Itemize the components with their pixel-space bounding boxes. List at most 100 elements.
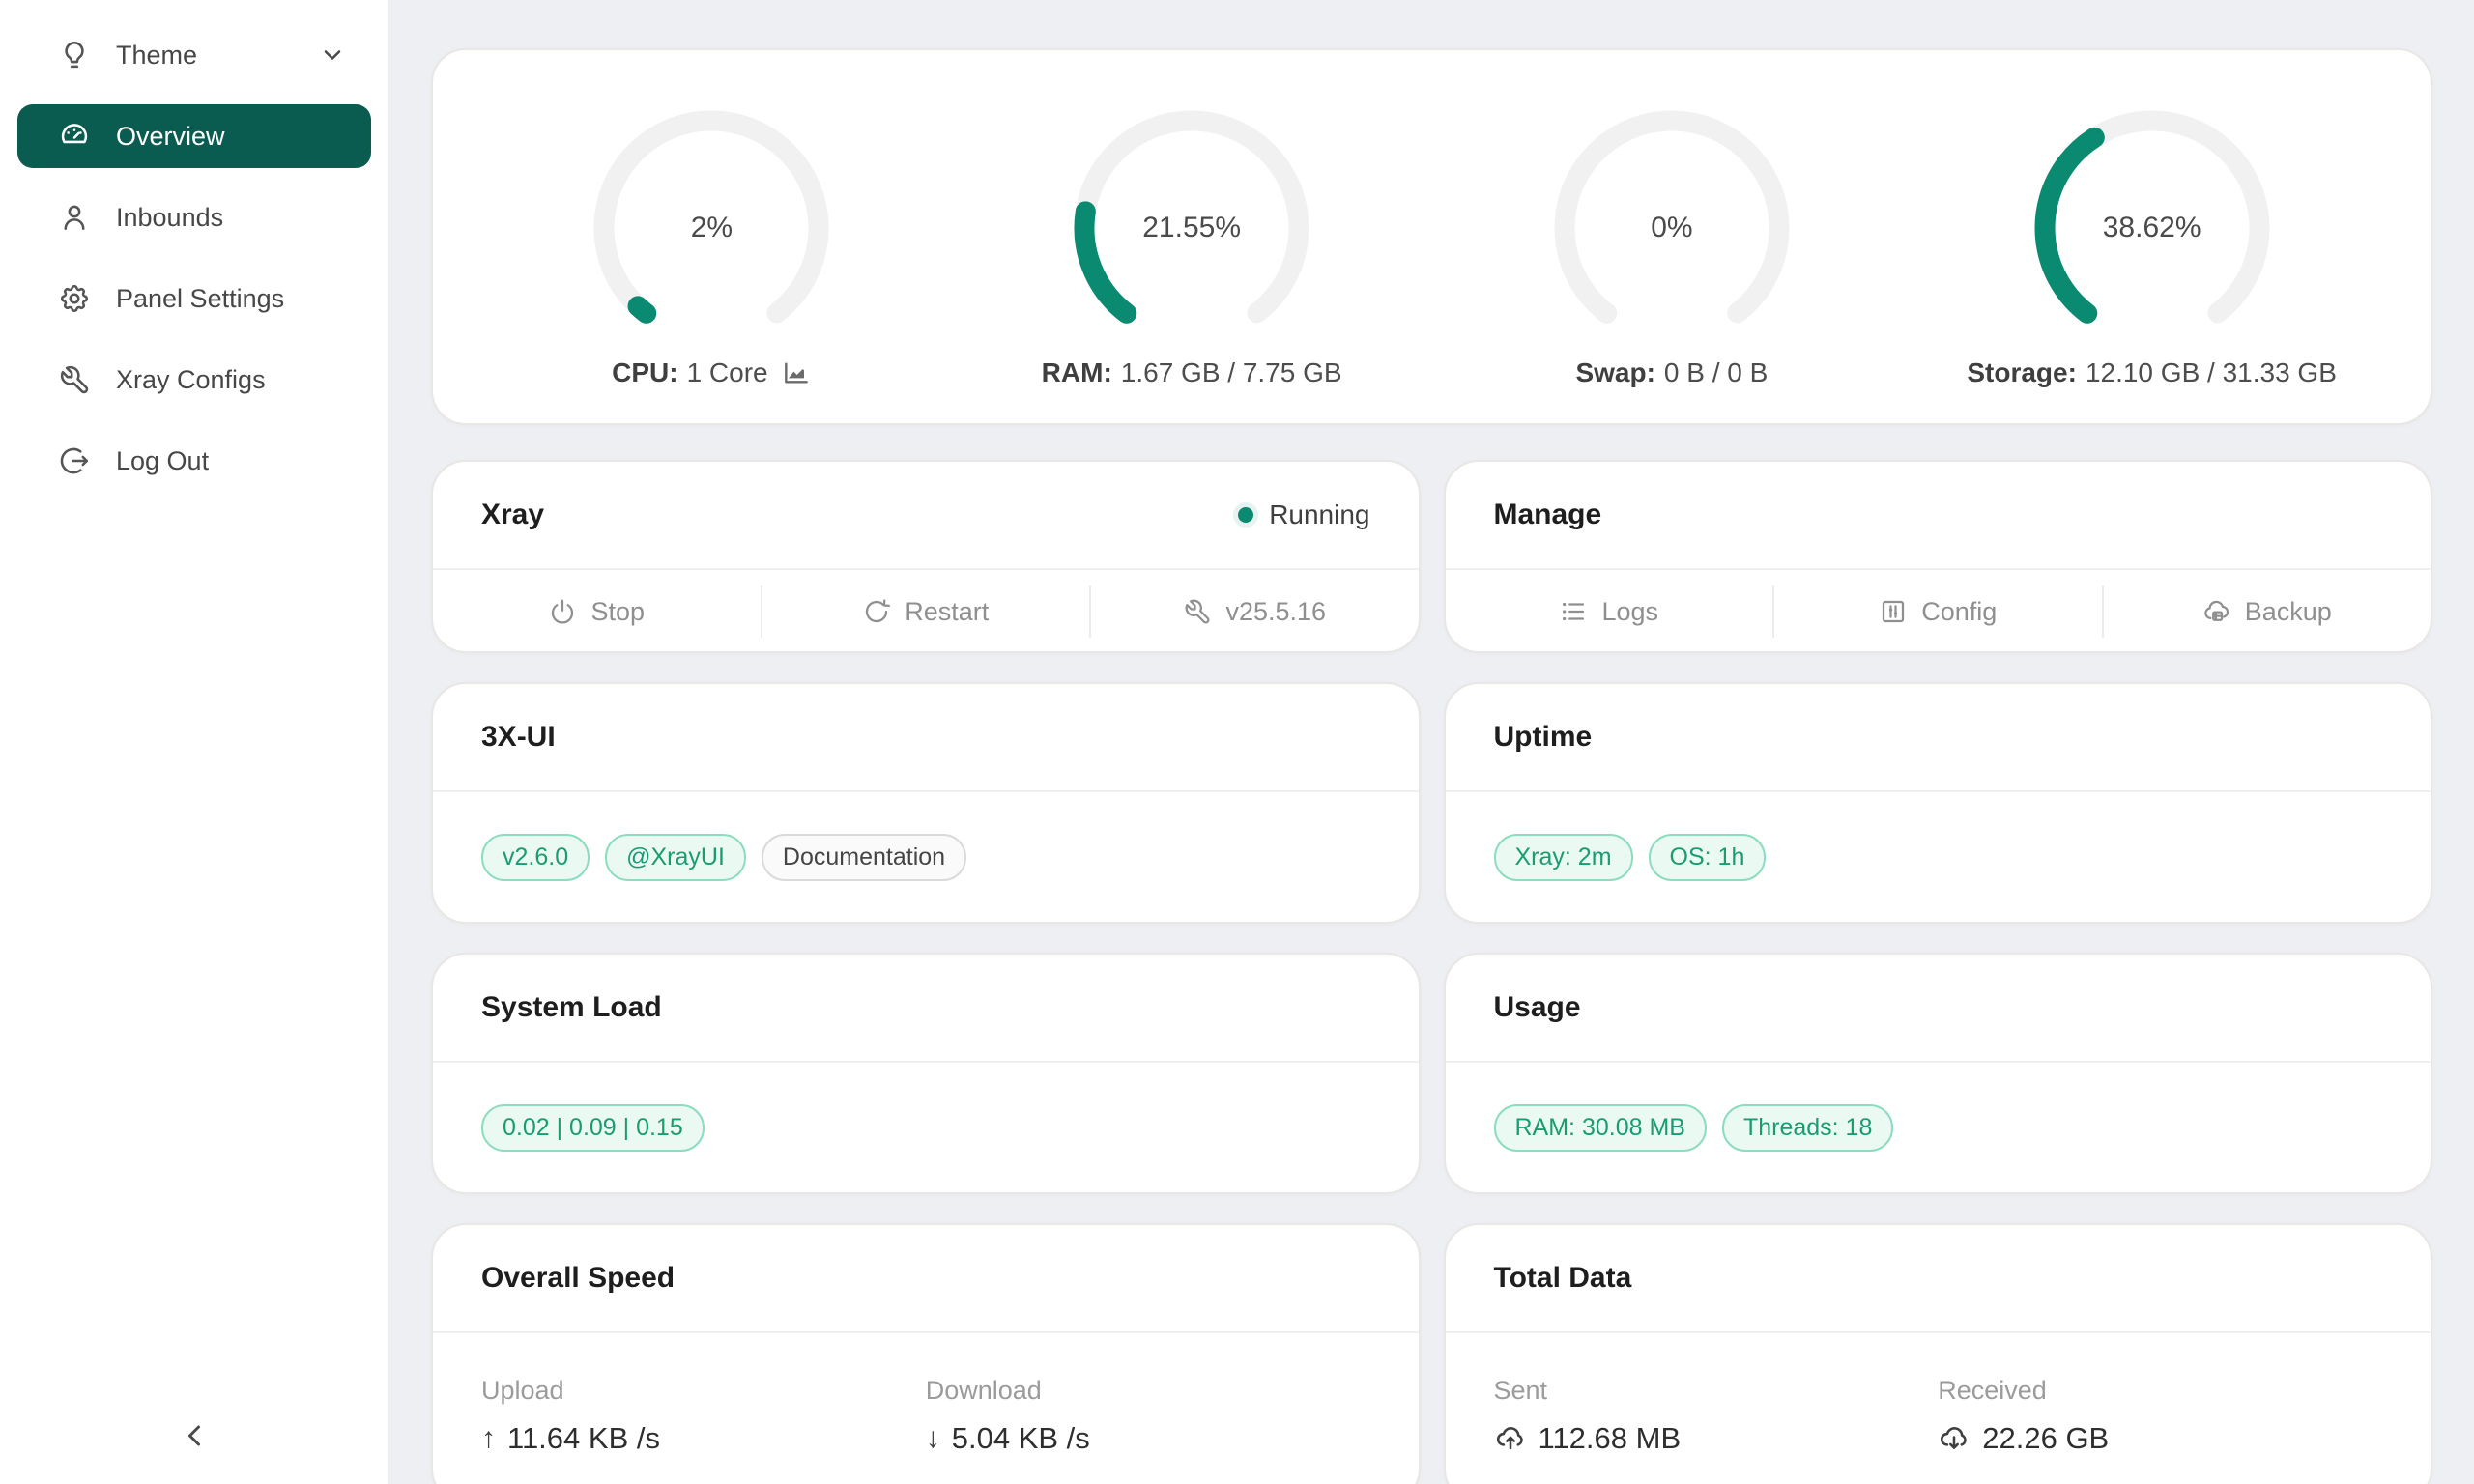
gauge-label: RAM: 1.67 GB / 7.75 GB: [1042, 357, 1342, 388]
logout-icon: [58, 444, 91, 477]
cards-grid: Xray Running Stop: [431, 460, 2432, 1484]
stat-value: 11.64 KB /s: [507, 1421, 660, 1456]
action-label: Restart: [905, 597, 989, 627]
gauge-percent: 21.55%: [1074, 110, 1309, 346]
ram-usage-tag: RAM: 30.08 MB: [1494, 1104, 1707, 1152]
action-label: Backup: [2245, 597, 2332, 627]
stat-label: Received: [1938, 1376, 2382, 1406]
download-stat: Download ↓ 5.04 KB /s: [926, 1376, 1370, 1456]
load-average-tag: 0.02 | 0.09 | 0.15: [481, 1104, 705, 1152]
main-content: 2% CPU: 1 Core 21.55%: [388, 0, 2474, 1484]
logs-button[interactable]: Logs: [1446, 570, 1773, 653]
sidebar-nav: Theme Overview Inbounds: [0, 0, 388, 493]
sliders-icon: [1879, 597, 1908, 626]
sidebar-item-label: Xray Configs: [116, 365, 266, 395]
uptime-card: Uptime Xray: 2m OS: 1h: [1444, 682, 2433, 924]
power-icon: [548, 597, 577, 626]
action-label: v25.5.16: [1225, 597, 1326, 627]
sidebar: Theme Overview Inbounds: [0, 0, 388, 1484]
gauge-label-rest: 1.67 GB / 7.75 GB: [1121, 357, 1342, 388]
dashboard-icon: [58, 120, 91, 153]
gauge-label-rest: 0 B / 0 B: [1664, 357, 1768, 388]
card-title: Usage: [1494, 991, 1581, 1024]
chevron-down-icon: [319, 42, 346, 69]
wrench-icon: [58, 363, 91, 396]
xray-version-button[interactable]: v25.5.16: [1091, 570, 1419, 653]
gauge-label-bold: CPU:: [612, 357, 677, 388]
xray-card: Xray Running Stop: [431, 460, 1421, 653]
sidebar-collapse-button[interactable]: [171, 1413, 217, 1459]
stat-value: 112.68 MB: [1539, 1421, 1682, 1456]
sidebar-item-inbounds[interactable]: Inbounds: [17, 186, 371, 249]
action-label: Logs: [1601, 597, 1658, 627]
card-title: Total Data: [1494, 1262, 1632, 1295]
swap-gauge: 0% Swap: 0 B / 0 B: [1432, 110, 1913, 423]
restart-icon: [862, 597, 891, 626]
wrench-icon: [1183, 597, 1212, 626]
xrayui-tag[interactable]: @XrayUI: [605, 834, 746, 881]
gauge-label-rest: 1 Core: [687, 357, 768, 388]
status-label: Running: [1269, 499, 1369, 530]
sidebar-item-panel-settings[interactable]: Panel Settings: [17, 267, 371, 330]
sidebar-item-label: Inbounds: [116, 203, 223, 233]
backup-button[interactable]: Backup: [2104, 570, 2431, 653]
sent-stat: Sent 112.68 MB: [1494, 1376, 1939, 1456]
system-stats-card: 2% CPU: 1 Core 21.55%: [431, 48, 2432, 425]
gauge-label-rest: 12.10 GB / 31.33 GB: [2086, 357, 2337, 388]
overall-speed-card: Overall Speed Upload ↑ 11.64 KB /s Downl…: [431, 1223, 1421, 1484]
cloud-server-icon: [2202, 597, 2231, 626]
list-icon: [1559, 597, 1588, 626]
config-button[interactable]: Config: [1774, 570, 2102, 653]
gear-icon: [58, 282, 91, 315]
threads-tag: Threads: 18: [1722, 1104, 1893, 1152]
sidebar-item-log-out[interactable]: Log Out: [17, 429, 371, 493]
gauge-percent: 2%: [593, 110, 829, 346]
sidebar-item-xray-configs[interactable]: Xray Configs: [17, 348, 371, 412]
sidebar-item-label: Log Out: [116, 446, 209, 476]
cloud-download-icon: [1938, 1422, 1971, 1455]
cpu-gauge: 2% CPU: 1 Core: [472, 110, 952, 423]
gauge-label: Storage: 12.10 GB / 31.33 GB: [1967, 357, 2337, 388]
card-title: Manage: [1494, 499, 1602, 531]
xui-card: 3X-UI v2.6.0 @XrayUI Documentation: [431, 682, 1421, 924]
arrow-down-icon: ↓: [926, 1422, 940, 1455]
sidebar-item-overview[interactable]: Overview: [17, 104, 371, 168]
gauge-label-bold: Storage:: [1967, 357, 2077, 388]
stat-value: 22.26 GB: [1982, 1421, 2109, 1456]
usage-card: Usage RAM: 30.08 MB Threads: 18: [1444, 953, 2433, 1194]
gauge-label-bold: RAM:: [1042, 357, 1112, 388]
action-label: Config: [1921, 597, 1997, 627]
storage-gauge: 38.62% Storage: 12.10 GB / 31.33 GB: [1912, 110, 2392, 423]
user-icon: [58, 201, 91, 234]
version-tag[interactable]: v2.6.0: [481, 834, 590, 881]
total-data-card: Total Data Sent 112.68 MB: [1444, 1223, 2433, 1484]
gauge-label-bold: Swap:: [1575, 357, 1654, 388]
gauge-label: Swap: 0 B / 0 B: [1575, 357, 1768, 388]
gauge-percent: 0%: [1554, 110, 1790, 346]
arrow-up-icon: ↑: [481, 1422, 496, 1455]
card-title: Xray: [481, 499, 544, 531]
card-title: System Load: [481, 991, 662, 1024]
area-chart-icon[interactable]: [781, 357, 812, 388]
manage-card: Manage Logs: [1444, 460, 2433, 653]
cloud-upload-icon: [1494, 1422, 1527, 1455]
stop-button[interactable]: Stop: [433, 570, 761, 653]
chevron-left-icon: [177, 1418, 212, 1453]
restart-button[interactable]: Restart: [762, 570, 1090, 653]
gauge-percent: 38.62%: [2034, 110, 2270, 346]
documentation-tag[interactable]: Documentation: [762, 834, 966, 881]
bulb-icon: [58, 39, 91, 71]
upload-stat: Upload ↑ 11.64 KB /s: [481, 1376, 926, 1456]
stat-label: Sent: [1494, 1376, 1939, 1406]
sidebar-item-label: Theme: [116, 41, 197, 71]
stat-label: Download: [926, 1376, 1370, 1406]
xray-status: Running: [1238, 499, 1369, 530]
sidebar-item-theme[interactable]: Theme: [17, 23, 371, 87]
stat-value: 5.04 KB /s: [952, 1421, 1090, 1456]
stat-label: Upload: [481, 1376, 926, 1406]
sidebar-item-label: Overview: [116, 122, 225, 152]
card-title: Uptime: [1494, 721, 1593, 754]
os-uptime-tag: OS: 1h: [1649, 834, 1767, 881]
system-load-card: System Load 0.02 | 0.09 | 0.15: [431, 953, 1421, 1194]
card-title: Overall Speed: [481, 1262, 675, 1295]
